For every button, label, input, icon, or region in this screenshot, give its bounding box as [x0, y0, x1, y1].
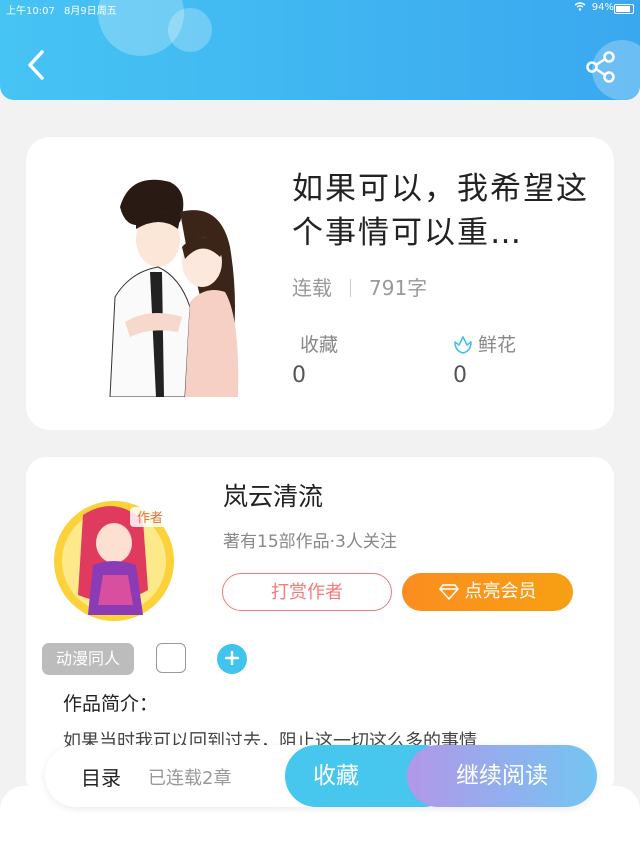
flowers-label: 鲜花	[478, 334, 517, 356]
continue-reading-button[interactable]: 继续阅读	[407, 745, 597, 807]
top-bar: 上午10:07 8月9日周五 94%	[0, 0, 640, 100]
add-tag-button[interactable]	[217, 644, 247, 674]
wifi-icon	[574, 2, 586, 11]
battery-icon	[614, 4, 634, 14]
vip-button-label: 点亮会员	[464, 581, 537, 602]
flower-icon	[454, 336, 472, 354]
flowers-stat[interactable]: 鲜花	[452, 330, 516, 357]
book-cover-illustration	[90, 167, 250, 398]
book-info-card: 如果可以，我希望这个事情可以重… 连载 791字 收藏 0 鲜花 0	[26, 137, 614, 430]
status-date: 8月9日周五	[64, 6, 117, 17]
bottom-action-bar: 目录 已连载2章 收藏 继续阅读	[45, 745, 597, 807]
book-status: 连载	[292, 276, 332, 300]
author-name[interactable]: 岚云清流	[223, 477, 323, 513]
status-bar: 上午10:07 8月9日周五 94%	[0, 0, 640, 18]
meta-divider	[350, 279, 351, 297]
book-title: 如果可以，我希望这个事情可以重…	[292, 171, 589, 251]
book-word-count: 791字	[369, 276, 428, 300]
status-time-date: 上午10:07 8月9日周五	[6, 2, 117, 17]
plus-icon	[224, 650, 240, 666]
author-avatar[interactable]: 作者	[48, 495, 180, 627]
author-avatar-image: 作者	[54, 501, 174, 621]
status-time: 上午10:07	[6, 6, 55, 17]
flowers-value: 0	[453, 363, 467, 388]
intro-heading: 作品简介：	[63, 693, 159, 715]
favorites-value: 0	[292, 363, 306, 388]
share-button[interactable]	[584, 50, 618, 84]
battery-percent: 94%	[591, 2, 614, 13]
back-button[interactable]	[22, 48, 52, 82]
chapter-count: 已连载2章	[148, 768, 232, 789]
tip-author-button[interactable]: 打赏作者	[222, 573, 392, 611]
book-meta: 连载 791字	[292, 272, 427, 301]
vip-button[interactable]: 点亮会员	[402, 573, 573, 611]
favorites-label: 收藏	[300, 334, 339, 356]
author-stats: 著有15部作品·3人关注	[223, 532, 397, 552]
chevron-left-icon	[28, 50, 44, 80]
book-cover[interactable]	[90, 167, 250, 398]
tag-chip[interactable]: 动漫同人	[42, 643, 135, 675]
avatar-badge-text: 作者	[137, 511, 163, 526]
status-battery-text: 94%	[574, 2, 614, 13]
toc-button[interactable]: 目录	[81, 762, 121, 791]
tag-empty-box[interactable]	[156, 643, 186, 673]
diamond-icon	[438, 584, 459, 600]
share-icon	[586, 51, 615, 83]
